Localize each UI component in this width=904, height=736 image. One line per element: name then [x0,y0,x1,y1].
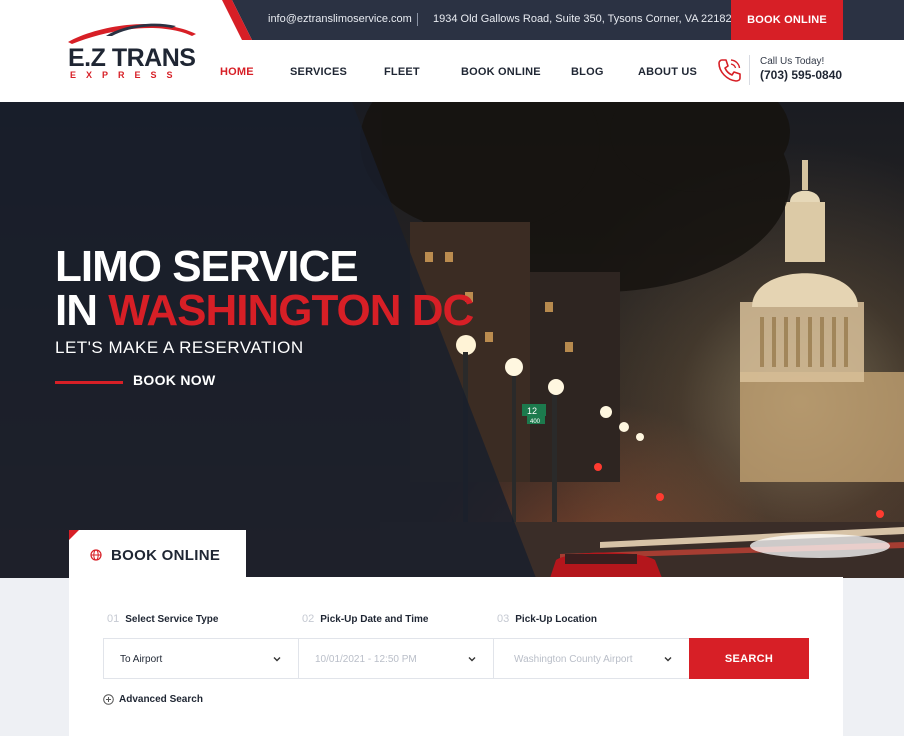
chevron-down-icon [664,657,672,662]
header-divider [749,55,750,85]
step-pickup-location: 03 Pick-Up Location [497,613,597,625]
car-logo-icon [68,23,196,44]
contact-email[interactable]: info@eztranslimoservice.com [268,13,412,25]
tab-corner-accent [69,530,79,540]
hero-title-line1: LIMO SERVICE [55,242,359,291]
booking-tab[interactable]: BOOK ONLINE [69,530,246,578]
red-car [550,552,662,578]
hero-title-prefix: IN [55,286,109,335]
book-now-button[interactable]: BOOK NOW [133,372,216,388]
hero-title-line2: IN WASHINGTON DC [55,286,474,336]
step-service-type: 01 Select Service Type [107,613,219,625]
pickup-location-field[interactable]: Washington County Airport [493,638,690,679]
pickup-datetime-placeholder: 10/01/2021 - 12:50 PM [315,654,417,665]
advanced-search-link[interactable]: Advanced Search [103,694,203,705]
brand-subtitle: EXPRESS [70,70,183,80]
top-book-online-button[interactable]: BOOK ONLINE [731,0,843,40]
nav-services[interactable]: SERVICES [290,66,347,78]
pickup-location-placeholder: Washington County Airport [514,654,633,665]
service-type-select[interactable]: To Airport [103,638,299,679]
hero-title-highlight: WASHINGTON DC [108,286,474,335]
contact-address: 1934 Old Gallows Road, Suite 350, Tysons… [433,13,732,25]
chevron-down-icon [273,657,281,662]
hero-banner: 12 400 LIMO SERVICE IN WASHINGTON DC LET… [0,102,904,578]
step-pickup-datetime: 02 Pick-Up Date and Time [302,613,429,625]
search-button[interactable]: SEARCH [689,638,809,679]
plus-circle-icon [103,694,114,705]
nav-fleet[interactable]: FLEET [384,66,420,78]
phone-icon [718,59,741,82]
site-logo[interactable]: E.Z TRANS EXPRESS [62,18,202,84]
nav-about-us[interactable]: ABOUT US [638,66,697,78]
pickup-datetime-field[interactable]: 10/01/2021 - 12:50 PM [298,638,494,679]
top-bar-divider [417,13,418,26]
advanced-search-label: Advanced Search [119,694,203,705]
brand-name: E.Z TRANS [68,44,196,72]
globe-icon [90,549,102,561]
hero-tagline: LET'S MAKE A RESERVATION [55,338,304,357]
street-sign-top-text: 12 [527,406,537,416]
street-sign-bottom-text: 400 [530,419,541,425]
nav-book-online[interactable]: BOOK ONLINE [461,66,541,78]
chevron-down-icon [468,657,476,662]
service-type-value: To Airport [120,654,163,665]
phone-number[interactable]: (703) 595-0840 [760,68,842,82]
call-label: Call Us Today! [760,56,825,67]
nav-home[interactable]: HOME [220,66,254,78]
booking-tab-label: BOOK ONLINE [111,547,221,564]
nav-blog[interactable]: BLOG [571,66,604,78]
book-now-line [55,381,123,384]
